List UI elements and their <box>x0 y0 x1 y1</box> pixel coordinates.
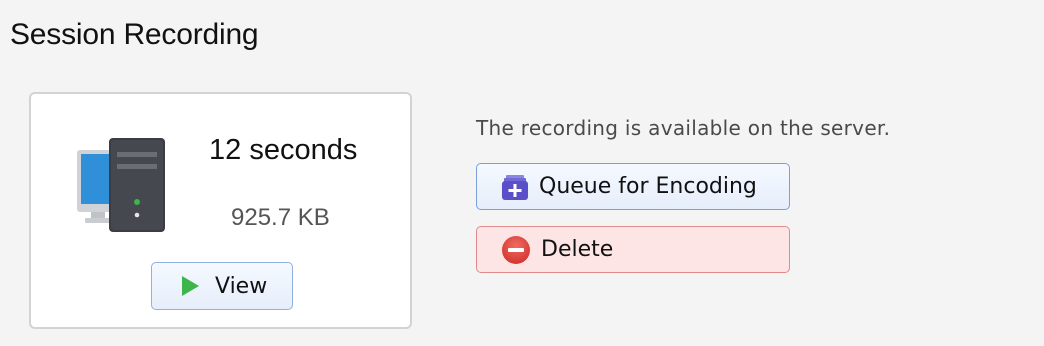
session-recording-panel: Session Recording 12 seconds 925.7 KB Vi… <box>0 0 1044 346</box>
queue-for-encoding-button[interactable]: Queue for Encoding <box>476 163 790 210</box>
computer-tower-icon <box>77 138 165 232</box>
recording-duration: 12 seconds <box>209 134 358 166</box>
recording-card: 12 seconds 925.7 KB View <box>29 92 412 329</box>
play-icon <box>182 276 199 296</box>
recording-size: 925.7 KB <box>231 204 330 231</box>
delete-minus-icon <box>502 235 530 264</box>
recording-status: The recording is available on the server… <box>476 116 891 140</box>
queue-button-label: Queue for Encoding <box>539 174 757 199</box>
delete-button[interactable]: Delete <box>476 226 790 273</box>
view-button[interactable]: View <box>151 262 293 310</box>
view-button-label: View <box>215 273 268 299</box>
delete-button-label: Delete <box>541 237 614 262</box>
queue-add-icon <box>502 174 528 200</box>
section-title: Session Recording <box>10 18 259 51</box>
